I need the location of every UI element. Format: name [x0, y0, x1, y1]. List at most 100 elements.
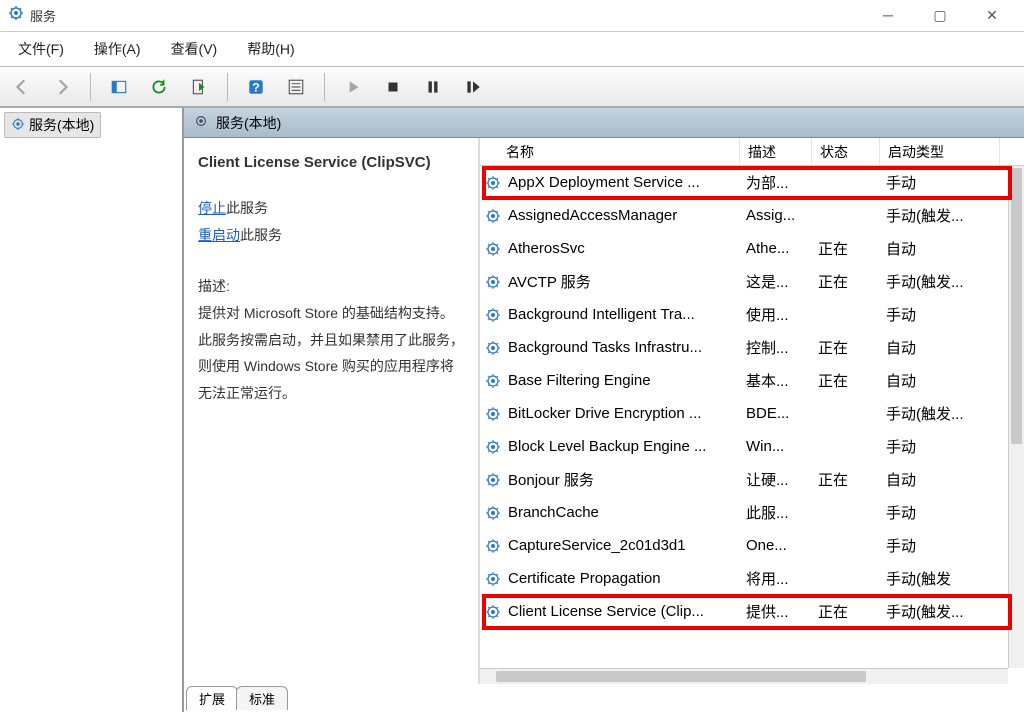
detail-panel: Client License Service (ClipSVC) 停止此服务 重… [184, 138, 480, 684]
table-row[interactable]: Background Intelligent Tra...使用...手动 [480, 298, 1024, 331]
cell-status: 正在 [812, 469, 880, 490]
service-row-icon [480, 538, 502, 554]
cell-description: 让硬... [740, 469, 812, 490]
service-row-icon [480, 439, 502, 455]
service-row-icon [480, 175, 502, 191]
restart-service-link[interactable]: 重启动 [198, 227, 240, 243]
service-row-icon [480, 604, 502, 620]
table-row[interactable]: Client License Service (Clip...提供...正在手动… [480, 595, 1024, 628]
table-row[interactable]: AppX Deployment Service ...为部...手动 [480, 166, 1024, 199]
content-body: Client License Service (ClipSVC) 停止此服务 重… [184, 138, 1024, 684]
content-header-label: 服务(本地) [216, 113, 281, 133]
stop-service-button[interactable] [379, 73, 407, 101]
cell-name: Background Intelligent Tra... [502, 306, 740, 323]
cell-startup: 手动(触发 [880, 568, 1000, 589]
cell-name: BitLocker Drive Encryption ... [502, 405, 740, 422]
restart-service-button[interactable] [459, 73, 487, 101]
cell-name: CaptureService_2c01d3d1 [502, 537, 740, 554]
table-row[interactable]: BitLocker Drive Encryption ...BDE... 手动(触… [480, 397, 1024, 430]
table-row[interactable]: BranchCache此服... 手动 [480, 496, 1024, 529]
service-row-icon [480, 340, 502, 356]
list-header: 名称 描述 状态 启动类型 [480, 138, 1024, 166]
description-label: 描述: [198, 276, 464, 296]
bottom-tabs: 扩展 标准 [184, 686, 1024, 712]
table-row[interactable]: AssignedAccessManagerAssig...手动(触发... [480, 199, 1024, 232]
cell-description: Athe... [740, 240, 812, 257]
pause-service-button[interactable] [419, 73, 447, 101]
cell-name: AVCTP 服务 [502, 271, 740, 292]
table-row[interactable]: Bonjour 服务让硬...正在自动 [480, 463, 1024, 496]
tab-extended[interactable]: 扩展 [186, 686, 238, 710]
col-description[interactable]: 描述 [740, 138, 812, 165]
cell-startup: 手动 [880, 172, 1000, 193]
minimize-button[interactable]: ─ [878, 7, 898, 24]
list-rows: AppX Deployment Service ...为部...手动Assign… [480, 166, 1024, 628]
cell-startup: 手动(触发... [880, 271, 1000, 292]
cell-description: 控制... [740, 337, 812, 358]
cell-startup: 手动(触发... [880, 601, 1000, 622]
tree-node-services-local[interactable]: 服务(本地) [4, 112, 101, 138]
col-status[interactable]: 状态 [812, 138, 880, 165]
toolbar: ? [0, 66, 1024, 108]
maximize-button[interactable]: ▢ [930, 7, 950, 24]
start-service-button[interactable] [339, 73, 367, 101]
service-row-icon [480, 208, 502, 224]
menubar: 文件(F) 操作(A) 查看(V) 帮助(H) [0, 32, 1024, 66]
cell-name: Certificate Propagation [502, 570, 740, 587]
col-startup[interactable]: 启动类型 [880, 138, 1000, 165]
table-row[interactable]: AtherosSvcAthe...正在自动 [480, 232, 1024, 265]
menu-file[interactable]: 文件(F) [12, 35, 70, 63]
back-button[interactable] [8, 73, 36, 101]
window-title: 服务 [30, 6, 56, 25]
help-button[interactable]: ? [242, 73, 270, 101]
stop-suffix: 此服务 [226, 200, 268, 216]
stop-service-link[interactable]: 停止 [198, 200, 226, 216]
description-text: 提供对 Microsoft Store 的基础结构支持。此服务按需启动，并且如果… [198, 300, 464, 406]
cell-description: 此服... [740, 502, 812, 523]
col-name[interactable]: 名称 [480, 138, 740, 165]
cell-status: 正在 [812, 601, 880, 622]
horizontal-scrollbar[interactable] [480, 668, 1008, 684]
cell-name: AssignedAccessManager [502, 207, 740, 224]
menu-view[interactable]: 查看(V) [165, 35, 224, 63]
cell-name: Block Level Backup Engine ... [502, 438, 740, 455]
svg-text:?: ? [252, 80, 260, 94]
cell-startup: 手动 [880, 436, 1000, 457]
tree-node-label: 服务(本地) [29, 115, 94, 135]
show-hide-button[interactable] [105, 73, 133, 101]
properties-button[interactable] [282, 73, 310, 101]
cell-name: Background Tasks Infrastru... [502, 339, 740, 356]
close-button[interactable]: ✕ [982, 7, 1002, 24]
cell-description: 为部... [740, 172, 812, 193]
service-row-icon [480, 373, 502, 389]
titlebar: 服务 ─ ▢ ✕ [0, 0, 1024, 32]
cell-description: BDE... [740, 405, 812, 422]
menu-action[interactable]: 操作(A) [88, 35, 147, 63]
table-row[interactable]: CaptureService_2c01d3d1One...手动 [480, 529, 1024, 562]
forward-button[interactable] [48, 73, 76, 101]
cell-startup: 手动(触发... [880, 205, 1000, 226]
table-row[interactable]: Block Level Backup Engine ...Win...手动 [480, 430, 1024, 463]
vertical-scrollbar[interactable] [1008, 166, 1024, 668]
service-row-icon [480, 472, 502, 488]
cell-name: BranchCache [502, 504, 740, 521]
cell-description: One... [740, 537, 812, 554]
cell-startup: 自动 [880, 370, 1000, 391]
table-row[interactable]: Background Tasks Infrastru...控制...正在自动 [480, 331, 1024, 364]
gear-icon [194, 114, 208, 131]
cell-description: 基本... [740, 370, 812, 391]
table-row[interactable]: Base Filtering Engine基本...正在自动 [480, 364, 1024, 397]
restart-suffix: 此服务 [240, 227, 282, 243]
refresh-button[interactable] [145, 73, 173, 101]
cell-startup: 手动 [880, 502, 1000, 523]
cell-status: 正在 [812, 337, 880, 358]
service-row-icon [480, 307, 502, 323]
menu-help[interactable]: 帮助(H) [241, 35, 300, 63]
export-button[interactable] [185, 73, 213, 101]
cell-name: AtherosSvc [502, 240, 740, 257]
table-row[interactable]: Certificate Propagation将用...手动(触发 [480, 562, 1024, 595]
tab-standard[interactable]: 标准 [236, 686, 288, 710]
services-tree-icon [11, 117, 25, 134]
cell-startup: 手动(触发... [880, 403, 1000, 424]
table-row[interactable]: AVCTP 服务这是...正在手动(触发... [480, 265, 1024, 298]
